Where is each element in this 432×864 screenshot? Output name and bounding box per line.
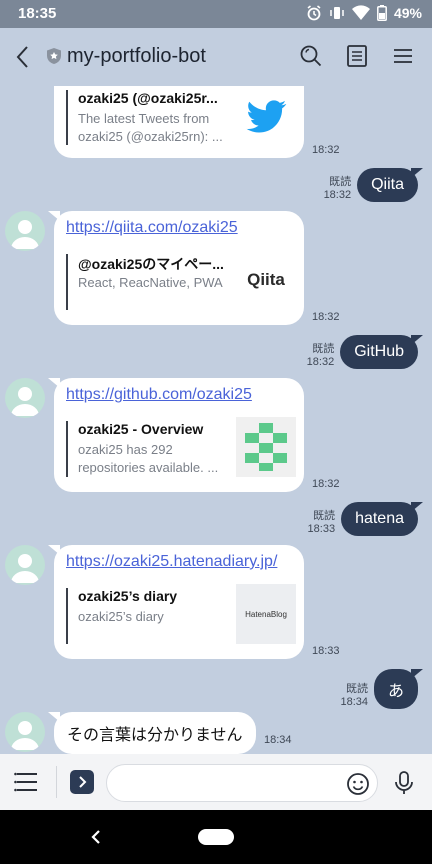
sent-message-row: 既読 18:32 GitHub xyxy=(307,335,423,369)
sent-message-row: 既読 18:34 あ xyxy=(340,669,423,709)
sent-bubble[interactable]: Qiita xyxy=(357,168,423,202)
twitter-card-bubble[interactable]: ozaki25 (@ozaki25r... The latest Tweets … xyxy=(54,86,304,158)
preview-description: ozaki25’s diary xyxy=(78,609,164,624)
message-time: 18:34 xyxy=(264,734,292,746)
link-preview[interactable]: ozaki25 (@ozaki25r... The latest Tweets … xyxy=(66,90,294,145)
sent-meta: 既読 18:32 xyxy=(307,343,335,369)
mic-button[interactable] xyxy=(393,770,415,796)
message-link[interactable]: https://qiita.com/ozaki25 xyxy=(66,219,238,237)
menu-icon xyxy=(394,49,412,63)
read-receipt: 既読 xyxy=(312,343,335,355)
preview-title: ozaki25’s diary xyxy=(78,588,178,604)
link-preview[interactable]: @ozaki25のマイペー... React, ReacNative, PWA … xyxy=(66,254,294,310)
github-identicon xyxy=(236,417,296,477)
back-icon xyxy=(16,46,28,68)
sent-message-row: 既読 18:32 Qiita xyxy=(324,168,423,202)
sent-message-row: 既読 18:33 hatena xyxy=(308,502,423,536)
divider xyxy=(56,766,57,798)
read-receipt: 既読 xyxy=(345,683,368,695)
shield-icon xyxy=(46,47,62,70)
chevron-right-icon xyxy=(79,776,87,788)
nav-home-button[interactable] xyxy=(198,829,234,845)
back-button[interactable] xyxy=(12,43,34,71)
message-link[interactable]: https://github.com/ozaki25 xyxy=(66,386,252,404)
chat-area[interactable]: ozaki25 (@ozaki25r... The latest Tweets … xyxy=(0,86,432,754)
message-time: 18:33 xyxy=(312,645,340,657)
sent-bubble[interactable]: GitHub xyxy=(340,335,423,369)
search-button[interactable] xyxy=(298,43,324,69)
message-time: 18:34 xyxy=(340,696,368,708)
avatar[interactable] xyxy=(5,378,45,418)
status-bar: 18:35 49% xyxy=(0,0,432,28)
status-icons: 49% xyxy=(306,5,422,21)
read-receipt: 既読 xyxy=(329,176,352,188)
sent-text: hatena xyxy=(355,510,404,527)
sent-text: Qiita xyxy=(371,176,404,193)
alarm-icon xyxy=(306,5,322,21)
received-bubble[interactable]: その言葉は分かりません xyxy=(48,712,256,754)
message-time: 18:33 xyxy=(307,523,336,535)
avatar[interactable] xyxy=(5,545,45,585)
notes-button[interactable] xyxy=(344,43,370,69)
link-preview[interactable]: ozaki25’s diary ozaki25’s diary HatenaBl… xyxy=(66,584,296,644)
preview-description: ozaki25 has 292 repositories available. … xyxy=(78,442,219,475)
default-avatar-icon xyxy=(11,387,39,416)
preview-title: @ozaki25のマイペー... xyxy=(78,256,224,272)
chat-title: my-portfolio-bot xyxy=(67,45,206,67)
rich-menu-icon xyxy=(14,772,37,792)
search-icon xyxy=(300,45,322,67)
default-avatar-icon xyxy=(11,554,39,583)
battery-icon xyxy=(377,5,387,21)
nav-back-button[interactable] xyxy=(88,828,104,846)
vibrate-icon xyxy=(329,5,345,21)
menu-button[interactable] xyxy=(390,43,416,69)
twitter-bird-icon xyxy=(236,86,296,146)
message-input[interactable] xyxy=(106,764,378,802)
input-bar xyxy=(0,754,432,810)
wifi-icon xyxy=(351,5,370,21)
sent-bubble[interactable]: hatena xyxy=(341,502,423,536)
sent-meta: 既読 18:32 xyxy=(324,176,352,202)
battery-percent: 49% xyxy=(393,5,422,21)
read-receipt: 既読 xyxy=(313,510,336,522)
chat-header: my-portfolio-bot xyxy=(0,28,432,86)
default-avatar-icon xyxy=(11,220,39,249)
sent-text: あ xyxy=(387,683,404,700)
message-time: 18:32 xyxy=(312,478,340,490)
qiita-logo: Qiita xyxy=(247,270,285,289)
preview-title: ozaki25 (@ozaki25r... xyxy=(78,90,218,106)
emoji-icon xyxy=(347,773,369,795)
message-time: 18:32 xyxy=(312,311,340,323)
notes-icon xyxy=(347,45,367,67)
message-link[interactable]: https://ozaki25.hatenadiary.jp/ xyxy=(66,553,277,571)
qiita-card-bubble[interactable]: https://qiita.com/ozaki25 @ozaki25のマイペー.… xyxy=(48,211,304,325)
sent-text: GitHub xyxy=(354,343,404,360)
message-time: 18:32 xyxy=(323,189,352,201)
preview-description: The latest Tweets from ozaki25 (@ozaki25… xyxy=(78,111,223,144)
emoji-button[interactable] xyxy=(346,772,370,796)
expand-button[interactable] xyxy=(70,770,94,794)
rich-menu-button[interactable] xyxy=(14,771,40,793)
status-time: 18:35 xyxy=(18,5,57,22)
received-text: その言葉は分かりません xyxy=(67,727,243,744)
sent-meta: 既読 18:33 xyxy=(308,510,336,536)
avatar[interactable] xyxy=(5,712,45,752)
nav-back-icon xyxy=(91,830,100,844)
link-preview[interactable]: ozaki25 - Overview ozaki25 has 292 repos… xyxy=(66,417,296,477)
sent-bubble[interactable]: あ xyxy=(373,669,423,709)
hatena-card-bubble[interactable]: https://ozaki25.hatenadiary.jp/ ozaki25’… xyxy=(48,545,304,659)
system-nav-bar xyxy=(0,810,432,864)
mic-icon xyxy=(395,771,413,794)
preview-description: React, ReacNative, PWA xyxy=(78,275,223,290)
preview-title: ozaki25 - Overview xyxy=(78,421,204,437)
message-time: 18:32 xyxy=(312,144,340,156)
message-time: 18:32 xyxy=(306,356,335,368)
avatar[interactable] xyxy=(5,211,45,251)
hatena-blog-logo: HatenaBlog xyxy=(236,584,296,644)
github-card-bubble[interactable]: https://github.com/ozaki25 ozaki25 - Ove… xyxy=(48,378,304,492)
sent-meta: 既読 18:34 xyxy=(340,683,368,709)
default-avatar-icon xyxy=(11,721,39,750)
